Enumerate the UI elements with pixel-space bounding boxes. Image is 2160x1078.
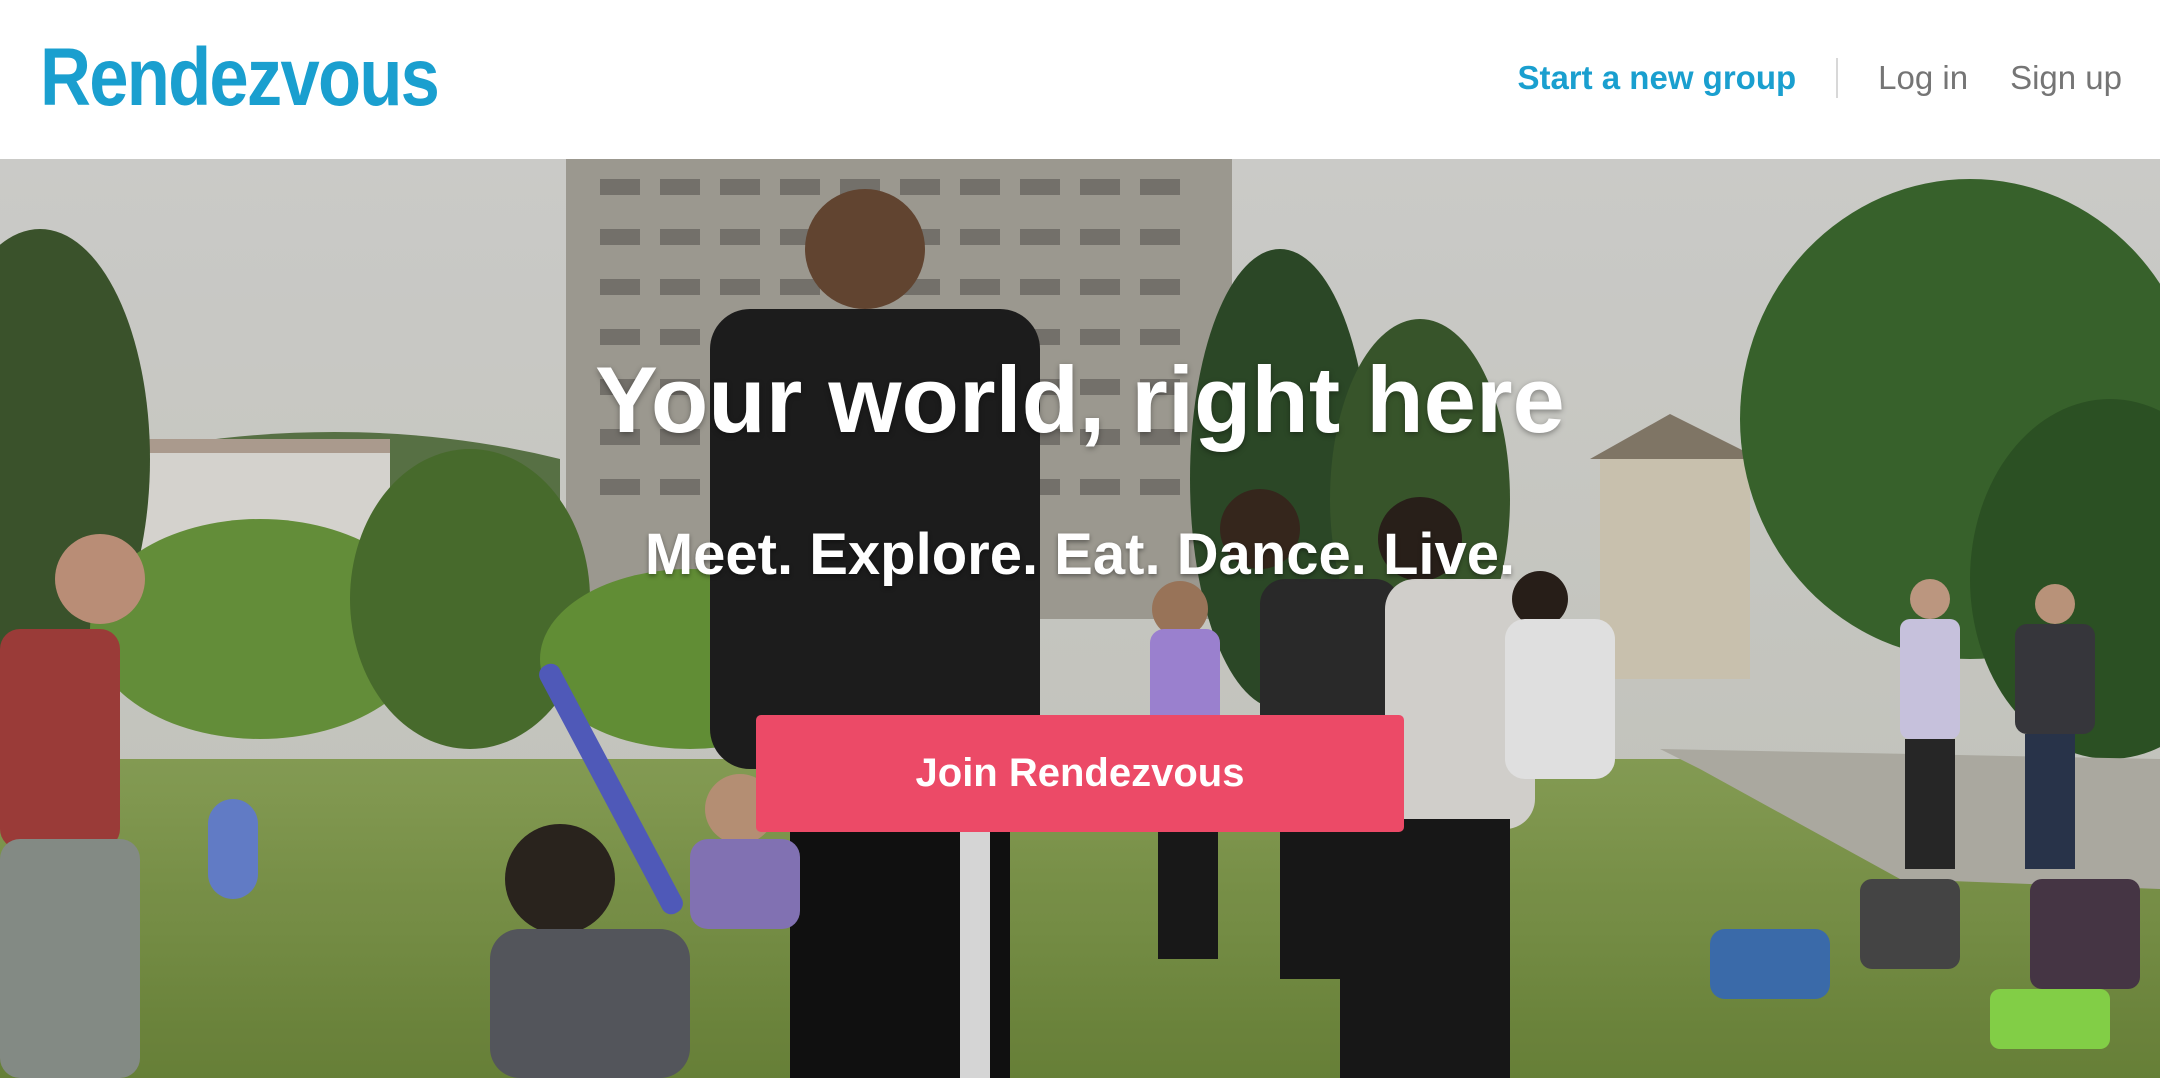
hero-subtitle: Meet. Explore. Eat. Dance. Live. — [644, 522, 1516, 587]
hero-overlay — [0, 159, 2160, 1078]
login-link[interactable]: Log in — [1878, 59, 1968, 97]
nav-divider — [1836, 58, 1839, 98]
hero-section: Your world, right here Meet. Explore. Ea… — [0, 159, 2160, 1078]
hero-title: Your world, right here — [595, 347, 1565, 452]
signup-link[interactable]: Sign up — [2010, 59, 2122, 97]
start-new-group-link[interactable]: Start a new group — [1517, 59, 1796, 97]
join-rendezvous-button[interactable]: Join Rendezvous — [756, 715, 1404, 832]
rendezvous-logo[interactable]: Rendezvous — [40, 28, 440, 128]
top-navigation-bar: Rendezvous Start a new group Log in Sign… — [0, 0, 2160, 159]
header-nav: Start a new group Log in Sign up — [1517, 50, 2122, 106]
